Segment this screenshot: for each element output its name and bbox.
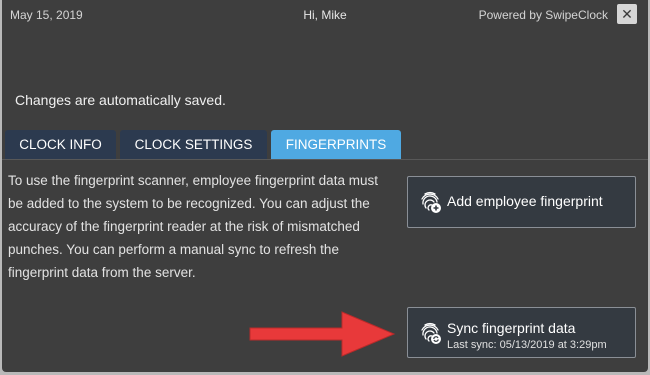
add-employee-fingerprint-button[interactable]: Add employee fingerprint [407, 176, 636, 228]
last-sync-label: Last sync: 05/13/2019 at 3:29pm [447, 339, 607, 351]
sync-fingerprint-data-button[interactable]: Sync fingerprint data Last sync: 05/13/2… [407, 307, 636, 358]
top-bar: May 15, 2019 Hi, Mike Powered by SwipeCl… [2, 0, 648, 30]
autosave-notice: Changes are automatically saved. [15, 92, 226, 108]
fingerprint-sync-icon [421, 323, 441, 344]
tab-fingerprints[interactable]: FINGERPRINTS [271, 130, 401, 160]
sync-fingerprint-label: Sync fingerprint data [447, 320, 576, 336]
tab-clock-info[interactable]: CLOCK INFO [5, 130, 116, 160]
tab-divider [2, 159, 648, 160]
powered-by-label: Powered by SwipeClock [478, 8, 608, 22]
red-arrow-icon [249, 311, 396, 357]
fingerprint-description: To use the fingerprint scanner, employee… [8, 173, 378, 280]
fingerprint-add-icon [421, 192, 441, 213]
close-icon[interactable]: ✕ [617, 4, 637, 24]
add-fingerprint-label: Add employee fingerprint [447, 193, 603, 209]
tab-bar: CLOCK INFO CLOCK SETTINGS FINGERPRINTS [2, 130, 648, 160]
tab-clock-settings[interactable]: CLOCK SETTINGS [120, 130, 267, 160]
settings-panel: May 15, 2019 Hi, Mike Powered by SwipeCl… [2, 0, 648, 372]
